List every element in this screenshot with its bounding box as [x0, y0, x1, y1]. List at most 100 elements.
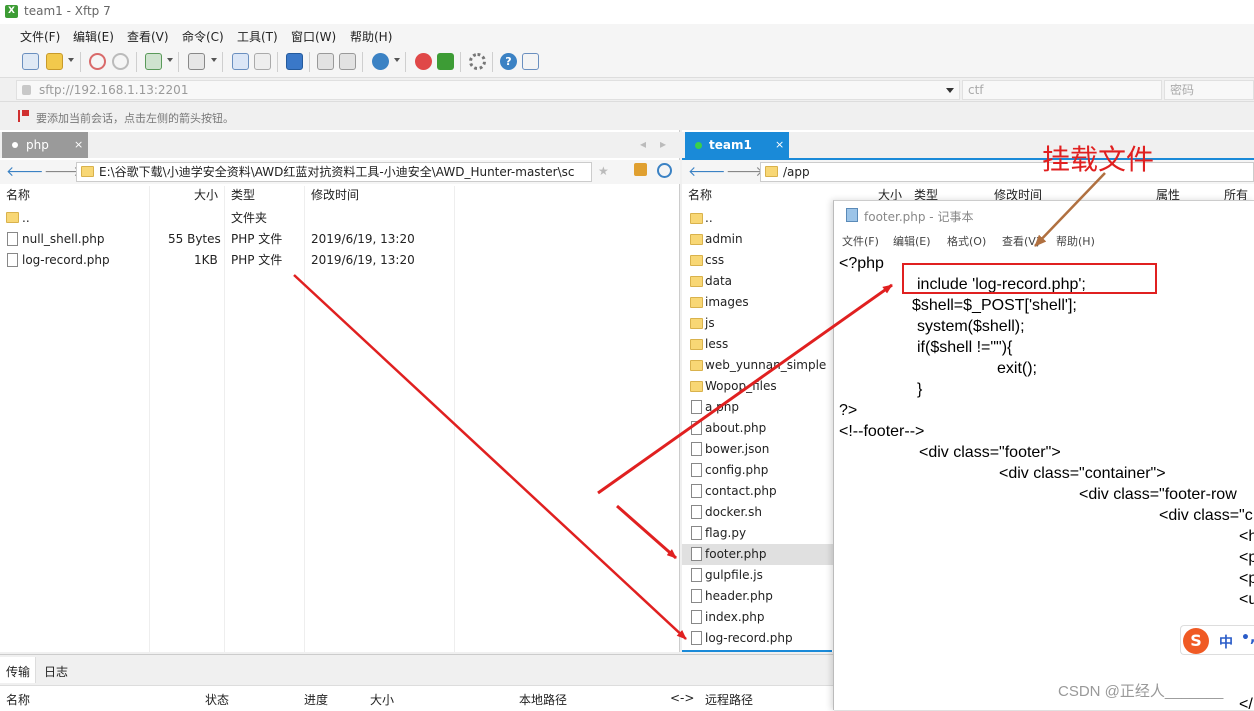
- file-row[interactable]: data: [682, 271, 834, 292]
- col-size[interactable]: 大小: [194, 186, 218, 203]
- col-name[interactable]: 名称: [688, 186, 712, 203]
- tab-scroll-left-icon[interactable]: ◂: [640, 137, 646, 151]
- file-row[interactable]: Wopop_files: [682, 376, 834, 397]
- chevron-down-icon[interactable]: [946, 88, 954, 93]
- remote-path-input[interactable]: /app: [760, 162, 1254, 182]
- menu-file[interactable]: 文件(F): [20, 28, 60, 45]
- notepad-menu-edit[interactable]: 编辑(E): [893, 233, 931, 249]
- bookmark-flag-icon[interactable]: [18, 110, 29, 122]
- code-line: ?>: [839, 402, 858, 419]
- upload-icon[interactable]: [232, 53, 249, 70]
- open-folder-icon[interactable]: [46, 53, 63, 70]
- col-type[interactable]: 类型: [231, 186, 255, 203]
- tab-transfers[interactable]: 传输: [6, 663, 30, 680]
- download-icon[interactable]: [254, 53, 271, 70]
- refresh-icon[interactable]: [657, 163, 672, 178]
- file-row[interactable]: ..: [682, 208, 834, 229]
- copy-icon[interactable]: [317, 53, 334, 70]
- ime-toolbar[interactable]: S 中 •,: [1180, 625, 1254, 655]
- star-icon[interactable]: ★: [598, 164, 609, 178]
- close-icon[interactable]: ×: [775, 132, 784, 158]
- file-row[interactable]: log-record.php 1KB PHP 文件 2019/6/19, 13:…: [0, 250, 680, 271]
- tab-php[interactable]: php ×: [2, 132, 88, 158]
- col-remote-path[interactable]: 远程路径: [705, 691, 753, 708]
- col-name[interactable]: 名称: [6, 691, 30, 708]
- col-progress[interactable]: 进度: [304, 691, 328, 708]
- gear-icon[interactable]: [469, 53, 486, 70]
- file-row[interactable]: flag.py: [682, 523, 834, 544]
- sync-arrows-icon[interactable]: [286, 53, 303, 70]
- file-row[interactable]: header.php: [682, 586, 834, 607]
- file-icon: [691, 421, 702, 435]
- file-name: config.php: [705, 463, 769, 477]
- file-row[interactable]: images: [682, 292, 834, 313]
- file-name: ..: [705, 211, 713, 225]
- reconnect-icon[interactable]: [112, 53, 129, 70]
- host-address-input[interactable]: sftp://192.168.1.13:2201: [16, 80, 960, 100]
- col-modified[interactable]: 修改时间: [311, 186, 359, 203]
- file-row[interactable]: log-record.php: [682, 628, 834, 649]
- globe-icon[interactable]: [372, 53, 389, 70]
- help-icon[interactable]: ?: [500, 53, 517, 70]
- file-row[interactable]: .. 文件夹: [0, 208, 680, 229]
- file-row[interactable]: contact.php: [682, 481, 834, 502]
- menu-bar: 文件(F) 编辑(E) 查看(V) 命令(C) 工具(T) 窗口(W) 帮助(H…: [0, 24, 1254, 46]
- file-row[interactable]: admin: [682, 229, 834, 250]
- transfer-mode-icon[interactable]: [188, 53, 205, 70]
- file-row[interactable]: index.php: [682, 607, 834, 628]
- file-row[interactable]: a.php: [682, 397, 834, 418]
- xshell-icon[interactable]: [415, 53, 432, 70]
- col-direction[interactable]: <->: [670, 691, 694, 705]
- file-row[interactable]: footer.php: [682, 544, 834, 565]
- col-status[interactable]: 状态: [205, 691, 229, 708]
- disconnect-icon[interactable]: [89, 53, 106, 70]
- file-name: a.php: [705, 400, 740, 414]
- tab-log[interactable]: 日志: [44, 663, 68, 680]
- file-row[interactable]: bower.json: [682, 439, 834, 460]
- col-size[interactable]: 大小: [370, 691, 394, 708]
- forward-arrow-icon[interactable]: 🡒: [726, 163, 764, 180]
- annotation-label: 挂载文件: [1042, 143, 1155, 176]
- file-row[interactable]: less: [682, 334, 834, 355]
- home-icon[interactable]: [634, 163, 647, 176]
- local-path-input[interactable]: E:\谷歌下载\小迪学安全资料\AWD红蓝对抗资料工具-小迪安全\AWD_Hun…: [76, 162, 592, 182]
- file-row[interactable]: null_shell.php 55 Bytes PHP 文件 2019/6/19…: [0, 229, 680, 250]
- tab-scroll-right-icon[interactable]: ▸: [660, 137, 666, 151]
- file-row[interactable]: about.php: [682, 418, 834, 439]
- menu-window[interactable]: 窗口(W): [291, 28, 336, 45]
- folder-icon: [690, 381, 703, 392]
- notepad-window: footer.php - 记事本 文件(F) 编辑(E) 格式(O) 查看(V)…: [833, 200, 1254, 711]
- menu-edit[interactable]: 编辑(E): [73, 28, 114, 45]
- username-input[interactable]: ctf: [962, 80, 1162, 100]
- menu-view[interactable]: 查看(V): [127, 28, 169, 45]
- menu-help[interactable]: 帮助(H): [350, 28, 392, 45]
- file-name: header.php: [705, 589, 773, 603]
- password-input[interactable]: 密码: [1164, 80, 1254, 100]
- tab-team1[interactable]: team1 ×: [685, 132, 789, 158]
- menu-tools[interactable]: 工具(T): [237, 28, 278, 45]
- notepad-menu-view[interactable]: 查看(V): [1002, 233, 1040, 249]
- new-session-icon[interactable]: [22, 53, 39, 70]
- file-row[interactable]: web_yunnan_simple: [682, 355, 834, 376]
- notepad-menu-format[interactable]: 格式(O): [947, 233, 986, 249]
- file-name: ..: [22, 211, 30, 225]
- paste-icon[interactable]: [339, 53, 356, 70]
- file-row[interactable]: config.php: [682, 460, 834, 481]
- back-arrow-icon[interactable]: 🡐: [688, 163, 726, 180]
- notepad-menu-help[interactable]: 帮助(H): [1056, 233, 1095, 249]
- file-row[interactable]: css: [682, 250, 834, 271]
- menu-command[interactable]: 命令(C): [182, 28, 224, 45]
- file-row[interactable]: js: [682, 313, 834, 334]
- new-tab-icon[interactable]: [145, 53, 162, 70]
- chat-icon[interactable]: [522, 53, 539, 70]
- col-local-path[interactable]: 本地路径: [519, 691, 567, 708]
- notepad-menu-file[interactable]: 文件(F): [842, 233, 879, 249]
- col-name[interactable]: 名称: [6, 186, 30, 203]
- code-line: <div class="container">: [999, 465, 1166, 482]
- xftp-icon[interactable]: [437, 53, 454, 70]
- file-row[interactable]: docker.sh: [682, 502, 834, 523]
- folder-icon: [690, 297, 703, 308]
- file-row[interactable]: gulpfile.js: [682, 565, 834, 586]
- close-icon[interactable]: ×: [74, 132, 83, 158]
- back-arrow-icon[interactable]: 🡐: [6, 163, 44, 180]
